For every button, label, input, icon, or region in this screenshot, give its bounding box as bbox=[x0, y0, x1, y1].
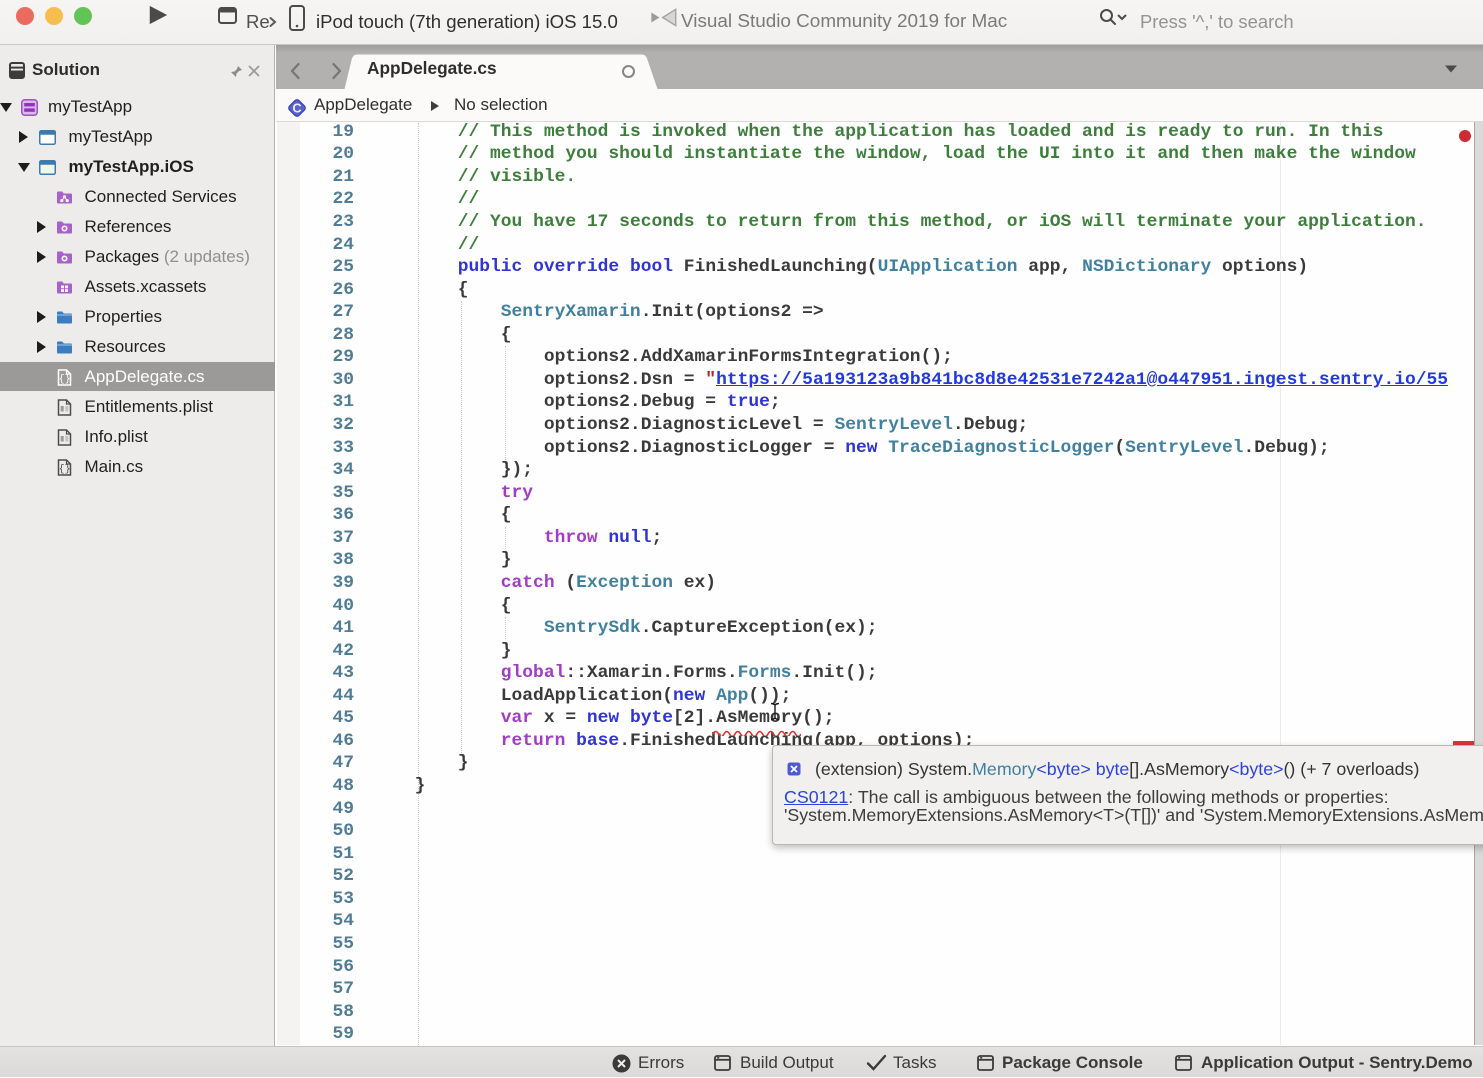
svg-text:C: C bbox=[292, 102, 301, 116]
svg-text:{}: {} bbox=[59, 374, 71, 386]
svg-text:{}: {} bbox=[59, 464, 71, 476]
